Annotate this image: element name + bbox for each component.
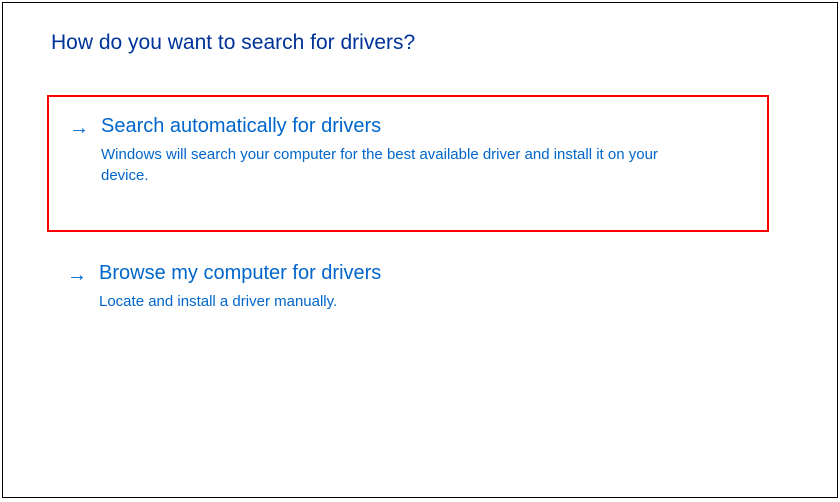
arrow-right-icon: → bbox=[67, 264, 87, 287]
option-row: → Search automatically for drivers Windo… bbox=[69, 115, 747, 186]
option-title: Search automatically for drivers bbox=[101, 115, 747, 138]
page-title: How do you want to search for drivers? bbox=[51, 31, 789, 55]
option-content: Browse my computer for drivers Locate an… bbox=[99, 262, 749, 312]
browse-computer-option[interactable]: → Browse my computer for drivers Locate … bbox=[47, 262, 769, 336]
arrow-right-icon: → bbox=[69, 117, 89, 140]
option-row: → Browse my computer for drivers Locate … bbox=[67, 262, 749, 312]
option-description: Locate and install a driver manually. bbox=[99, 291, 659, 312]
option-description: Windows will search your computer for th… bbox=[101, 144, 661, 186]
search-automatically-option[interactable]: → Search automatically for drivers Windo… bbox=[47, 95, 769, 232]
option-content: Search automatically for drivers Windows… bbox=[101, 115, 747, 186]
option-title: Browse my computer for drivers bbox=[99, 262, 749, 285]
dialog-container: How do you want to search for drivers? →… bbox=[2, 2, 838, 498]
